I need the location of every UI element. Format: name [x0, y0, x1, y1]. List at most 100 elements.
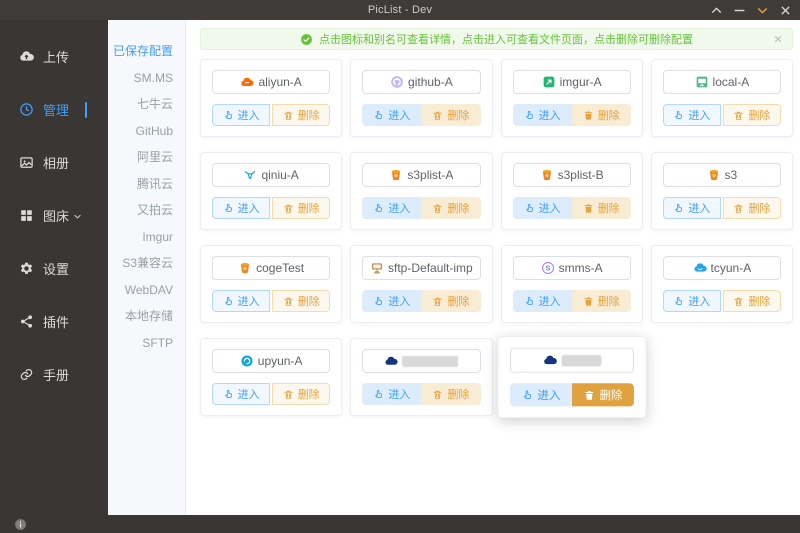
config-name-box[interactable]: tcyun-A [663, 256, 781, 280]
local-icon [695, 75, 709, 89]
card-actions: 进入删除 [510, 383, 634, 406]
config-name-box[interactable]: S3cogeTest [212, 256, 330, 280]
config-name-box[interactable]: S3s3plist-A [362, 163, 480, 187]
config-name-box[interactable]: aliyun-A [212, 70, 330, 94]
config-sidebar-item-webdav[interactable]: WebDAV [108, 277, 185, 304]
delete-button[interactable]: 删除 [421, 290, 480, 312]
delete-button[interactable]: 删除 [572, 197, 631, 219]
config-sidebar-item-s3[interactable]: S3兼容云 [108, 250, 185, 277]
delete-button[interactable]: 删除 [272, 290, 330, 312]
enter-button-label: 进入 [238, 386, 260, 402]
card-actions: 进入 删除 [212, 290, 330, 312]
enter-button[interactable]: 进入 [212, 197, 270, 219]
storage-card: tcyun-A 进入删除 [651, 245, 793, 323]
config-name-box[interactable]: Ssmms-A [513, 256, 631, 280]
delete-button[interactable]: 删除 [572, 290, 631, 312]
enter-button[interactable]: 进入 [212, 383, 270, 405]
config-sidebar-item-aliyun[interactable]: 阿里云 [108, 144, 185, 171]
config-name-box[interactable]: upyun-A [212, 349, 330, 373]
enter-button[interactable]: 进入 [663, 104, 721, 126]
smms-icon: S [541, 261, 555, 275]
enter-button[interactable]: 进入 [663, 290, 721, 312]
enter-button[interactable]: 进入 [513, 197, 572, 219]
enter-button-label: 进入 [238, 200, 260, 216]
config-sidebar-item-upyun[interactable]: 又拍云 [108, 197, 185, 224]
config-sidebar-item-qiniu[interactable]: 七牛云 [108, 91, 185, 118]
pointer-icon [223, 203, 234, 214]
delete-button[interactable]: 删除 [723, 290, 781, 312]
card-actions: 进入删除 [513, 104, 631, 126]
delete-button[interactable]: 删除 [421, 104, 480, 126]
config-name-box[interactable]: imgur-A [513, 70, 631, 94]
pointer-icon [673, 296, 684, 307]
sftp-icon [370, 261, 384, 275]
delete-button[interactable]: 删除 [723, 197, 781, 219]
close-button[interactable] [779, 4, 792, 17]
enter-button[interactable]: 进入 [362, 383, 421, 405]
notice-close-icon[interactable] [773, 34, 783, 44]
enter-button[interactable]: 进入 [362, 104, 421, 126]
s3-icon: S3 [238, 261, 252, 275]
enter-button-label: 进入 [238, 107, 260, 123]
config-sidebar-item-tcyun[interactable]: 腾讯云 [108, 171, 185, 198]
pointer-icon [223, 296, 234, 307]
gear-icon [19, 261, 34, 276]
delete-button[interactable]: 删除 [572, 104, 631, 126]
enter-button[interactable]: 进入 [513, 104, 572, 126]
card-actions: 进入删除 [212, 383, 330, 405]
delete-button[interactable]: 删除 [421, 197, 480, 219]
sidebar-item-settings[interactable]: 设置 [0, 242, 108, 295]
info-icon[interactable] [14, 518, 27, 531]
enter-button[interactable]: 进入 [513, 290, 572, 312]
enter-button[interactable]: 进入 [663, 197, 721, 219]
sidebar-item-upload[interactable]: 上传 [0, 30, 108, 83]
enter-button[interactable]: 进入 [212, 104, 270, 126]
config-sidebar-item-local[interactable]: 本地存储 [108, 303, 185, 330]
config-name-box[interactable]: S3s3 [663, 163, 781, 187]
trash-outline-icon [733, 110, 744, 121]
delete-button[interactable]: 删除 [572, 383, 634, 406]
config-name: github-A [408, 75, 453, 89]
sidebar-item-manual[interactable]: 手册 [0, 348, 108, 401]
sidebar-item-plugins[interactable]: 插件 [0, 295, 108, 348]
config-name-box[interactable] [510, 348, 634, 373]
config-sidebar-item-github[interactable]: GitHub [108, 118, 185, 145]
storage-card: upyun-A 进入删除 [200, 338, 342, 416]
upload-cloud-icon [19, 49, 34, 64]
config-name-box[interactable]: S3s3plist-B [513, 163, 631, 187]
clock-icon [19, 102, 34, 117]
config-name-box[interactable]: local-A [663, 70, 781, 94]
svg-text:S3: S3 [545, 174, 549, 178]
sidebar-item-picbed[interactable]: 图床 [0, 189, 108, 242]
restore-down-button[interactable] [756, 4, 769, 17]
config-sidebar-item-smms[interactable]: SM.MS [108, 65, 185, 92]
config-sidebar-item-imgur[interactable]: Imgur [108, 224, 185, 251]
active-indicator [85, 102, 88, 118]
config-name-box[interactable] [362, 349, 480, 373]
delete-button[interactable]: 删除 [723, 104, 781, 126]
sidebar-item-album[interactable]: 相册 [0, 136, 108, 189]
enter-button-label: 进入 [238, 293, 260, 309]
storage-card: 进入删除 [497, 336, 646, 418]
delete-button[interactable]: 删除 [272, 104, 330, 126]
delete-button[interactable]: 删除 [272, 383, 330, 405]
config-sidebar-item-sftp[interactable]: SFTP [108, 330, 185, 357]
trash-outline-icon [283, 296, 294, 307]
enter-button[interactable]: 进入 [362, 290, 421, 312]
delete-button-label: 删除 [298, 293, 320, 309]
config-name-box[interactable]: github-A [362, 70, 480, 94]
enter-button[interactable]: 进入 [212, 290, 270, 312]
pin-to-top-button[interactable] [710, 4, 723, 17]
trash-filled-icon [583, 296, 594, 307]
sidebar-item-manage[interactable]: 管理 [0, 83, 108, 136]
config-sidebar-item-saved-configs[interactable]: 已保存配置 [108, 38, 185, 65]
delete-button[interactable]: 删除 [421, 383, 480, 405]
config-name-box[interactable]: qiniu-A [212, 163, 330, 187]
config-name-box[interactable]: sftp-Default-imp [362, 256, 480, 280]
trash-filled-icon [583, 110, 594, 121]
minimize-button[interactable] [733, 4, 746, 17]
delete-button[interactable]: 删除 [272, 197, 330, 219]
enter-button[interactable]: 进入 [510, 383, 572, 406]
picture-icon [19, 155, 34, 170]
enter-button[interactable]: 进入 [362, 197, 421, 219]
